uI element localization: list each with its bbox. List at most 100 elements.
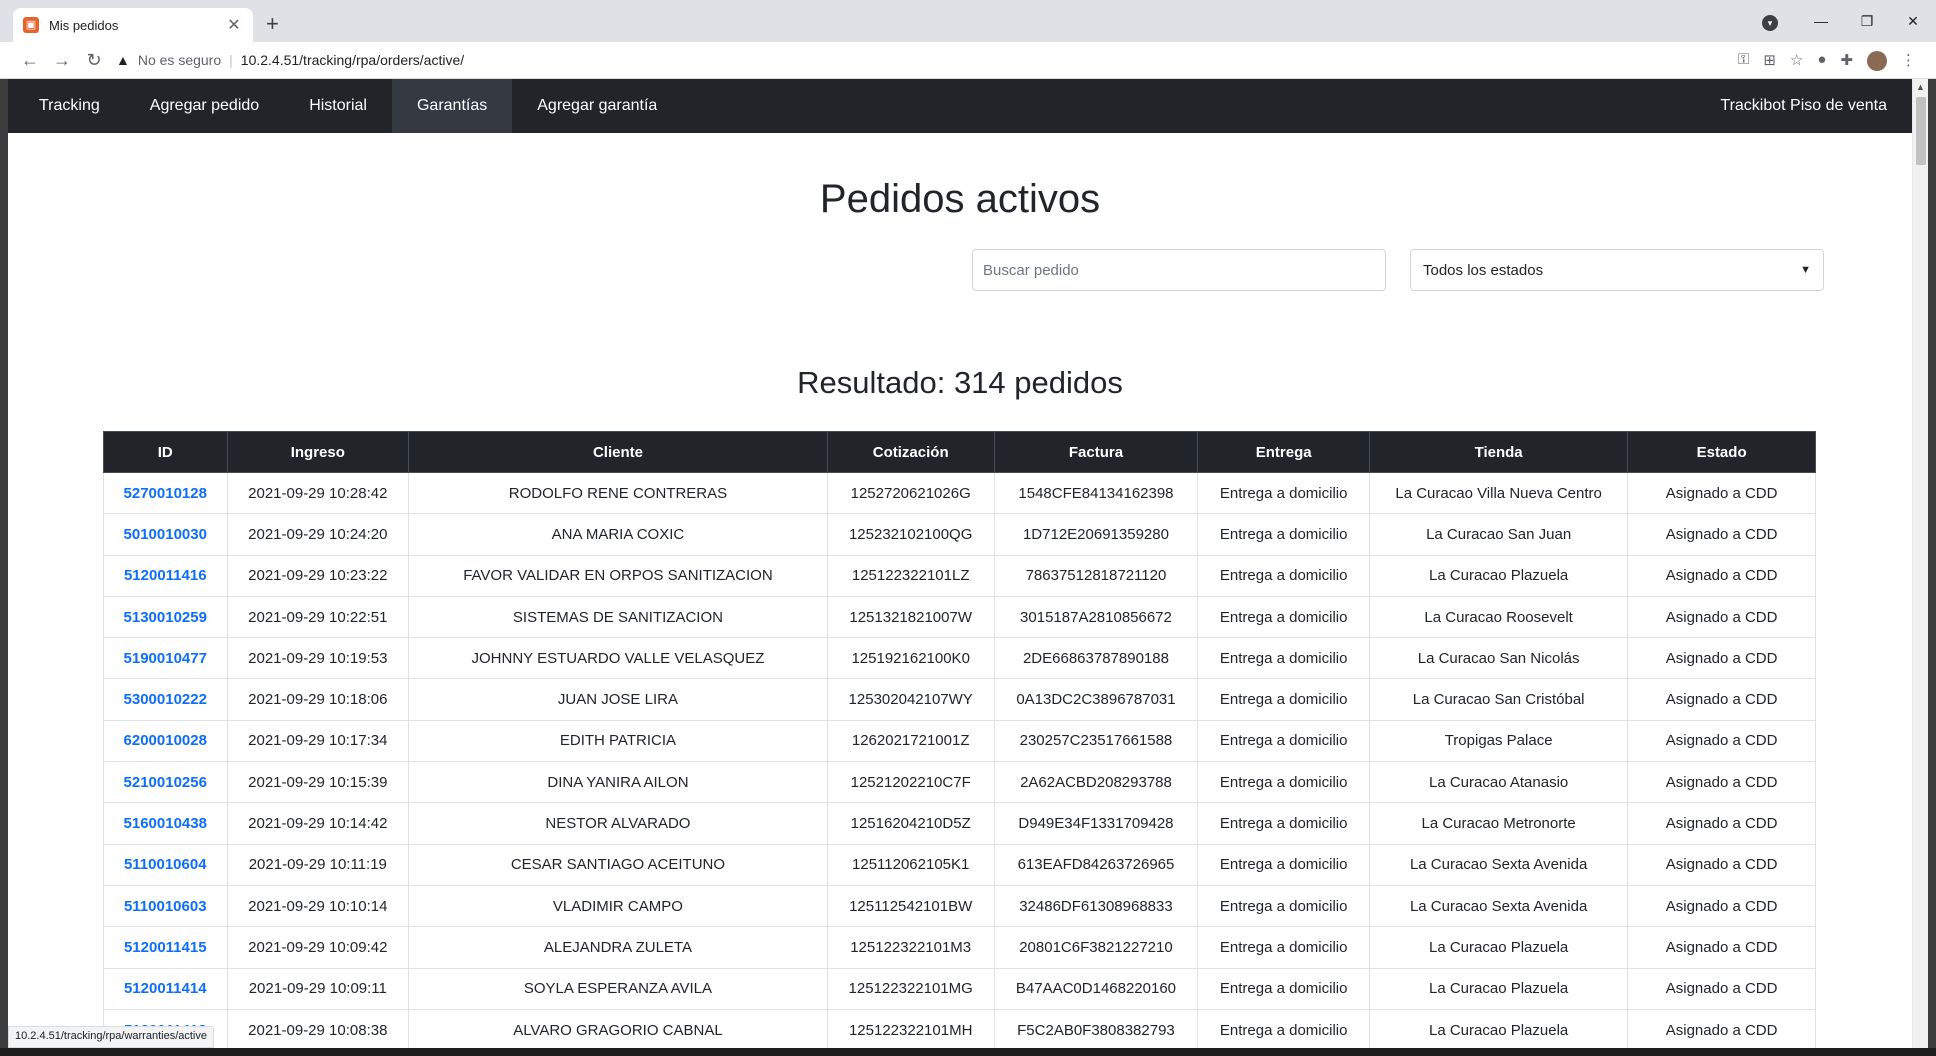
scroll-up-icon[interactable]: ▲	[1913, 79, 1928, 95]
status-select-value: Todos los estados	[1423, 261, 1544, 279]
cell-cotizacion: 125122322101LZ	[826, 554, 995, 597]
cell-id[interactable]: 5130010259	[103, 595, 228, 639]
cell-cotizacion: 125122322101MG	[826, 967, 995, 1010]
omnibox[interactable]: ▲ No es seguro | 10.2.4.51/tracking/rpa/…	[116, 46, 1696, 74]
cell-id[interactable]: 5010010030	[103, 513, 228, 556]
cell-id[interactable]: 5110010603	[103, 884, 228, 928]
table-row[interactable]: 5160010438 2021-09-29 10:14:42 NESTOR ALVA…	[103, 802, 1816, 845]
profile-avatar[interactable]	[1867, 51, 1887, 71]
table-row[interactable]: 6200010028 2021-09-29 10:17:34 EDITH PATRI…	[103, 719, 1816, 763]
key-icon[interactable]: ⚿	[1738, 51, 1749, 71]
cell-estado: Asignado a CDD	[1627, 595, 1816, 639]
cell-cotizacion: 125192162100K0	[826, 637, 995, 680]
navbar-brand[interactable]: Trackibot Piso de venta	[1720, 97, 1912, 115]
cell-id[interactable]: 5120011415	[103, 926, 228, 969]
table-row[interactable]: 5210010256 2021-09-29 10:15:39 DINA YANIRA…	[103, 761, 1816, 804]
reload-icon[interactable]: ↻	[82, 50, 106, 70]
table-row[interactable]: 5120011415 2021-09-29 10:09:42 ALEJANDRA Z…	[103, 926, 1816, 969]
cell-id[interactable]: 6200010028	[103, 719, 228, 763]
cell-factura: 2DE66863787890188	[993, 637, 1199, 680]
cell-tienda: La Curacao Sexta Avenida	[1369, 843, 1629, 886]
cell-tienda: La Curacao San Nicolás	[1369, 637, 1629, 680]
header-factura: Factura	[993, 431, 1199, 473]
cell-cotizacion: 125122322101M3	[826, 926, 995, 969]
table-row[interactable]: 5110010604 2021-09-29 10:11:19 CESAR SANTI…	[103, 843, 1816, 886]
status-bar-url: 10.2.4.51/tracking/rpa/warranties/active	[8, 1026, 214, 1048]
cell-id[interactable]: 5110010604	[103, 843, 228, 886]
cell-id[interactable]: 5120011414	[103, 967, 228, 1010]
cell-cotizacion: 125232102100QG	[826, 513, 995, 556]
cell-cliente: VLADIMIR CAMPO	[408, 884, 828, 928]
tab-search-icon[interactable]: ▾	[1762, 15, 1778, 31]
cell-cotizacion: 1251321821007W	[826, 595, 995, 639]
nav-tracking[interactable]: Tracking	[14, 79, 125, 133]
cell-cotizacion: 125112542101BW	[826, 884, 995, 928]
table-row[interactable]: 5010010030 2021-09-29 10:24:20 ANA MARIA C…	[103, 513, 1816, 556]
cell-cliente: RODOLFO RENE CONTRERAS	[408, 471, 828, 515]
extension-avatar-icon[interactable]: ●	[1817, 51, 1826, 71]
menu-kebab-icon[interactable]: ⋮	[1901, 51, 1916, 71]
cell-ingreso: 2021-09-29 10:22:51	[226, 595, 410, 639]
cell-estado: Asignado a CDD	[1627, 843, 1816, 886]
table-row[interactable]: 5300010222 2021-09-29 10:18:06 JUAN JOSE L…	[103, 678, 1816, 721]
cell-factura: F5C2AB0F3808382793	[993, 1008, 1199, 1048]
back-arrow-icon[interactable]: ←	[18, 50, 42, 70]
nav-agregar-pedido[interactable]: Agregar pedido	[125, 79, 284, 133]
cell-id[interactable]: 5270010128	[103, 471, 228, 515]
search-input[interactable]	[972, 249, 1386, 291]
table-row[interactable]: 5110010603 2021-09-29 10:10:14 VLADIMIR CA…	[103, 884, 1816, 928]
cell-estado: Asignado a CDD	[1627, 513, 1816, 556]
cell-cotizacion: 12516204210D5Z	[826, 802, 995, 845]
cell-factura: 230257C23517661588	[993, 719, 1199, 763]
table-row[interactable]: 5130010259 2021-09-29 10:22:51 SISTEMAS DE…	[103, 595, 1816, 639]
minimize-icon[interactable]: —	[1798, 13, 1844, 29]
browser-tab[interactable]: ▣ Mis pedidos ✕	[13, 8, 253, 42]
cell-cliente: ANA MARIA COXIC	[408, 513, 828, 556]
cell-id[interactable]: 5190010477	[103, 637, 228, 680]
nav-historial[interactable]: Historial	[284, 79, 392, 133]
restore-icon[interactable]: ❐	[1844, 13, 1890, 30]
close-tab-icon[interactable]: ✕	[225, 15, 243, 35]
nav-agregar-garantia[interactable]: Agregar garantía	[512, 79, 682, 133]
cell-factura: 1548CFE84134162398	[993, 471, 1199, 515]
cell-id[interactable]: 5210010256	[103, 761, 228, 804]
warning-icon: ▲	[116, 52, 130, 68]
orders-table: ID Ingreso Cliente Cotización Factura En…	[103, 431, 1816, 1048]
cell-id[interactable]: 5300010222	[103, 678, 228, 721]
cell-cliente: SISTEMAS DE SANITIZACION	[408, 595, 828, 639]
table-row[interactable]: 5270010128 2021-09-29 10:28:42 RODOLFO REN…	[103, 471, 1816, 515]
status-select[interactable]: Todos los estados ▼	[1410, 249, 1824, 291]
close-window-icon[interactable]: ✕	[1890, 13, 1936, 30]
cell-ingreso: 2021-09-29 10:28:42	[226, 471, 410, 515]
top-navbar: Tracking Agregar pedido Historial Garant…	[8, 79, 1912, 133]
cell-estado: Asignado a CDD	[1627, 719, 1816, 763]
cell-id[interactable]: 5120011416	[103, 554, 228, 597]
cell-entrega: Entrega a domicilio	[1197, 637, 1371, 680]
table-row[interactable]: 51200114132021-09-29 10:08:38ALVARO GRAG…	[103, 1008, 1816, 1048]
browser-tabstrip: ▣ Mis pedidos ✕ + ▾ — ❐ ✕	[0, 0, 1936, 42]
header-entrega: Entrega	[1197, 431, 1371, 473]
nav-garantias[interactable]: Garantías	[391, 79, 513, 133]
cell-entrega: Entrega a domicilio	[1197, 843, 1371, 886]
cell-tienda: Tropigas Palace	[1369, 719, 1629, 763]
forward-arrow-icon[interactable]: →	[50, 50, 74, 70]
table-row[interactable]: 5190010477 2021-09-29 10:19:53 JOHNNY ESTU…	[103, 637, 1816, 680]
translate-icon[interactable]: ⊞	[1763, 51, 1776, 71]
table-row[interactable]: 5120011416 2021-09-29 10:23:22 FAVOR VALID…	[103, 554, 1816, 597]
cell-entrega: Entrega a domicilio	[1197, 554, 1371, 597]
table-row[interactable]: 5120011414 2021-09-29 10:09:11 SOYLA ESPER…	[103, 967, 1816, 1010]
puzzle-icon[interactable]: ✚	[1840, 51, 1853, 71]
cell-cliente: ALVARO GRAGORIO CABNAL	[408, 1008, 828, 1048]
page-scrollbar[interactable]: ▲	[1912, 79, 1928, 1048]
scrollbar-thumb[interactable]	[1916, 97, 1926, 165]
new-tab-icon[interactable]: +	[266, 13, 279, 35]
result-count: Resultado: 314 pedidos	[797, 365, 1123, 400]
url-text[interactable]: 10.2.4.51/tracking/rpa/orders/active/	[241, 52, 464, 68]
cell-estado: Asignado a CDD	[1627, 802, 1816, 845]
cell-factura: B47AAC0D1468220160	[993, 967, 1199, 1010]
insecure-label: No es seguro	[137, 52, 222, 68]
header-ingreso: Ingreso	[226, 431, 410, 473]
omnibox-separator: |	[229, 52, 233, 68]
star-icon[interactable]: ☆	[1790, 51, 1803, 71]
cell-id[interactable]: 5160010438	[103, 802, 228, 845]
